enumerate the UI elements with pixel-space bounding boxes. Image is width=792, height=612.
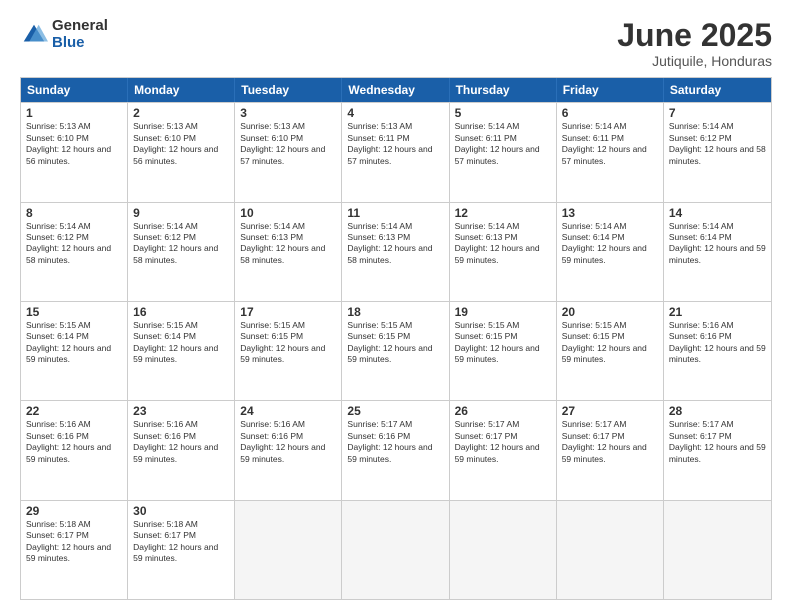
day-2: 2 Sunrise: 5:13 AMSunset: 6:10 PMDayligh…: [128, 103, 235, 201]
day-27: 27 Sunrise: 5:17 AMSunset: 6:17 PMDaylig…: [557, 401, 664, 499]
header-monday: Monday: [128, 78, 235, 102]
day-12: 12 Sunrise: 5:14 AMSunset: 6:13 PMDaylig…: [450, 203, 557, 301]
day-11: 11 Sunrise: 5:14 AMSunset: 6:13 PMDaylig…: [342, 203, 449, 301]
week-row-5: 29 Sunrise: 5:18 AMSunset: 6:17 PMDaylig…: [21, 500, 771, 599]
header-friday: Friday: [557, 78, 664, 102]
day-30: 30 Sunrise: 5:18 AMSunset: 6:17 PMDaylig…: [128, 501, 235, 599]
day-5: 5 Sunrise: 5:14 AMSunset: 6:11 PMDayligh…: [450, 103, 557, 201]
day-4: 4 Sunrise: 5:13 AMSunset: 6:11 PMDayligh…: [342, 103, 449, 201]
logo-blue-text: Blue: [52, 35, 108, 52]
week-row-4: 22 Sunrise: 5:16 AMSunset: 6:16 PMDaylig…: [21, 400, 771, 499]
day-19: 19 Sunrise: 5:15 AMSunset: 6:15 PMDaylig…: [450, 302, 557, 400]
day-15: 15 Sunrise: 5:15 AMSunset: 6:14 PMDaylig…: [21, 302, 128, 400]
header-saturday: Saturday: [664, 78, 771, 102]
day-8: 8 Sunrise: 5:14 AMSunset: 6:12 PMDayligh…: [21, 203, 128, 301]
week-row-2: 8 Sunrise: 5:14 AMSunset: 6:12 PMDayligh…: [21, 202, 771, 301]
empty-cell-3: [450, 501, 557, 599]
calendar-page: General Blue June 2025 Jutiquile, Hondur…: [0, 0, 792, 612]
day-7: 7 Sunrise: 5:14 AMSunset: 6:12 PMDayligh…: [664, 103, 771, 201]
empty-cell-4: [557, 501, 664, 599]
day-9: 9 Sunrise: 5:14 AMSunset: 6:12 PMDayligh…: [128, 203, 235, 301]
calendar-title: June 2025: [617, 18, 772, 53]
top-section: General Blue June 2025 Jutiquile, Hondur…: [20, 18, 772, 69]
day-25: 25 Sunrise: 5:17 AMSunset: 6:16 PMDaylig…: [342, 401, 449, 499]
day-20: 20 Sunrise: 5:15 AMSunset: 6:15 PMDaylig…: [557, 302, 664, 400]
day-22: 22 Sunrise: 5:16 AMSunset: 6:16 PMDaylig…: [21, 401, 128, 499]
header-tuesday: Tuesday: [235, 78, 342, 102]
week-row-1: 1 Sunrise: 5:13 AMSunset: 6:10 PMDayligh…: [21, 102, 771, 201]
empty-cell-1: [235, 501, 342, 599]
empty-cell-5: [664, 501, 771, 599]
day-6: 6 Sunrise: 5:14 AMSunset: 6:11 PMDayligh…: [557, 103, 664, 201]
empty-cell-2: [342, 501, 449, 599]
day-13: 13 Sunrise: 5:14 AMSunset: 6:14 PMDaylig…: [557, 203, 664, 301]
day-24: 24 Sunrise: 5:16 AMSunset: 6:16 PMDaylig…: [235, 401, 342, 499]
logo-text: General Blue: [52, 18, 108, 51]
calendar-header: Sunday Monday Tuesday Wednesday Thursday…: [21, 78, 771, 102]
logo-icon: [20, 21, 48, 49]
calendar-subtitle: Jutiquile, Honduras: [617, 53, 772, 69]
day-26: 26 Sunrise: 5:17 AMSunset: 6:17 PMDaylig…: [450, 401, 557, 499]
day-23: 23 Sunrise: 5:16 AMSunset: 6:16 PMDaylig…: [128, 401, 235, 499]
day-17: 17 Sunrise: 5:15 AMSunset: 6:15 PMDaylig…: [235, 302, 342, 400]
day-1: 1 Sunrise: 5:13 AMSunset: 6:10 PMDayligh…: [21, 103, 128, 201]
day-3: 3 Sunrise: 5:13 AMSunset: 6:10 PMDayligh…: [235, 103, 342, 201]
day-28: 28 Sunrise: 5:17 AMSunset: 6:17 PMDaylig…: [664, 401, 771, 499]
calendar-body: 1 Sunrise: 5:13 AMSunset: 6:10 PMDayligh…: [21, 102, 771, 599]
logo: General Blue: [20, 18, 108, 51]
day-29: 29 Sunrise: 5:18 AMSunset: 6:17 PMDaylig…: [21, 501, 128, 599]
logo-general-text: General: [52, 18, 108, 35]
header-thursday: Thursday: [450, 78, 557, 102]
title-section: June 2025 Jutiquile, Honduras: [617, 18, 772, 69]
day-18: 18 Sunrise: 5:15 AMSunset: 6:15 PMDaylig…: [342, 302, 449, 400]
day-16: 16 Sunrise: 5:15 AMSunset: 6:14 PMDaylig…: [128, 302, 235, 400]
header-sunday: Sunday: [21, 78, 128, 102]
day-10: 10 Sunrise: 5:14 AMSunset: 6:13 PMDaylig…: [235, 203, 342, 301]
calendar: Sunday Monday Tuesday Wednesday Thursday…: [20, 77, 772, 600]
header-wednesday: Wednesday: [342, 78, 449, 102]
day-21: 21 Sunrise: 5:16 AMSunset: 6:16 PMDaylig…: [664, 302, 771, 400]
week-row-3: 15 Sunrise: 5:15 AMSunset: 6:14 PMDaylig…: [21, 301, 771, 400]
day-14: 14 Sunrise: 5:14 AMSunset: 6:14 PMDaylig…: [664, 203, 771, 301]
